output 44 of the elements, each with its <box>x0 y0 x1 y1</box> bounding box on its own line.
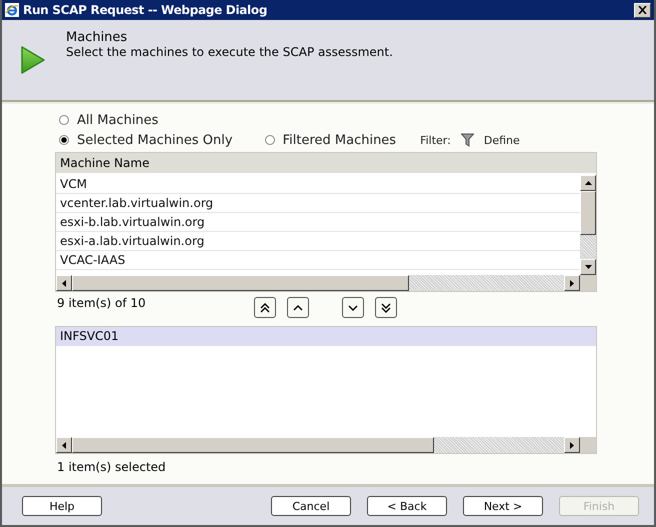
radio-button[interactable] <box>59 115 69 125</box>
left-arrow-icon <box>62 280 66 286</box>
funnel-icon <box>460 133 474 147</box>
dialog-button[interactable]: < Back <box>367 496 447 516</box>
radio-option[interactable]: Filtered Machines <box>264 130 396 150</box>
horizontal-scrollbar[interactable] <box>56 437 596 453</box>
radio-button[interactable] <box>264 135 275 145</box>
radio-button[interactable] <box>59 135 69 145</box>
selected-machine-row[interactable]: INFSVC01 <box>56 327 596 346</box>
move-button[interactable] <box>342 297 364 318</box>
move-button[interactable] <box>254 297 276 318</box>
selected-count: 1 item(s) selected <box>56 460 167 474</box>
move-button[interactable] <box>287 297 309 318</box>
dialog-button[interactable]: Next > <box>463 496 543 516</box>
chevron-down-icon <box>379 300 393 314</box>
machine-row[interactable]: esxi-b.lab.virtualwin.org <box>56 213 580 232</box>
machine-row[interactable]: vcenter.lab.virtualwin.org <box>56 194 580 213</box>
horizontal-scrollbar[interactable] <box>56 275 596 291</box>
machine-row[interactable]: VCM <box>56 175 580 194</box>
right-arrow-icon <box>570 442 574 448</box>
left-arrow-icon <box>62 442 66 448</box>
page-title: Machines <box>66 30 128 45</box>
dialog-button[interactable]: Help <box>22 496 102 516</box>
up-arrow-icon <box>584 181 592 185</box>
close-icon <box>638 6 647 14</box>
close-button[interactable] <box>634 2 651 18</box>
down-arrow-icon <box>584 265 592 269</box>
page-subtitle: Select the machines to execute the SCAP assessment. <box>66 45 393 59</box>
chevron-up-icon <box>258 300 272 314</box>
define-link[interactable]: Define <box>484 134 520 146</box>
radio-option[interactable]: Selected Machines Only <box>59 130 233 150</box>
window-title: Run SCAP Request -- Webpage Dialog <box>23 3 268 17</box>
column-header[interactable]: Machine Name <box>60 156 150 170</box>
play-icon <box>20 45 46 75</box>
item-count: 9 item(s) of 10 <box>56 296 147 310</box>
browser-icon <box>5 3 19 17</box>
right-arrow-icon <box>570 280 574 286</box>
vertical-scrollbar[interactable] <box>580 175 596 275</box>
filter-label: Filter: <box>420 134 451 146</box>
dialog-button[interactable]: Cancel <box>271 496 351 516</box>
machine-row[interactable]: esxi-a.lab.virtualwin.org <box>56 232 580 251</box>
machine-row[interactable]: VCAC-IAAS <box>56 251 580 270</box>
move-button[interactable] <box>375 297 397 318</box>
radio-option[interactable]: All Machines <box>59 110 597 130</box>
